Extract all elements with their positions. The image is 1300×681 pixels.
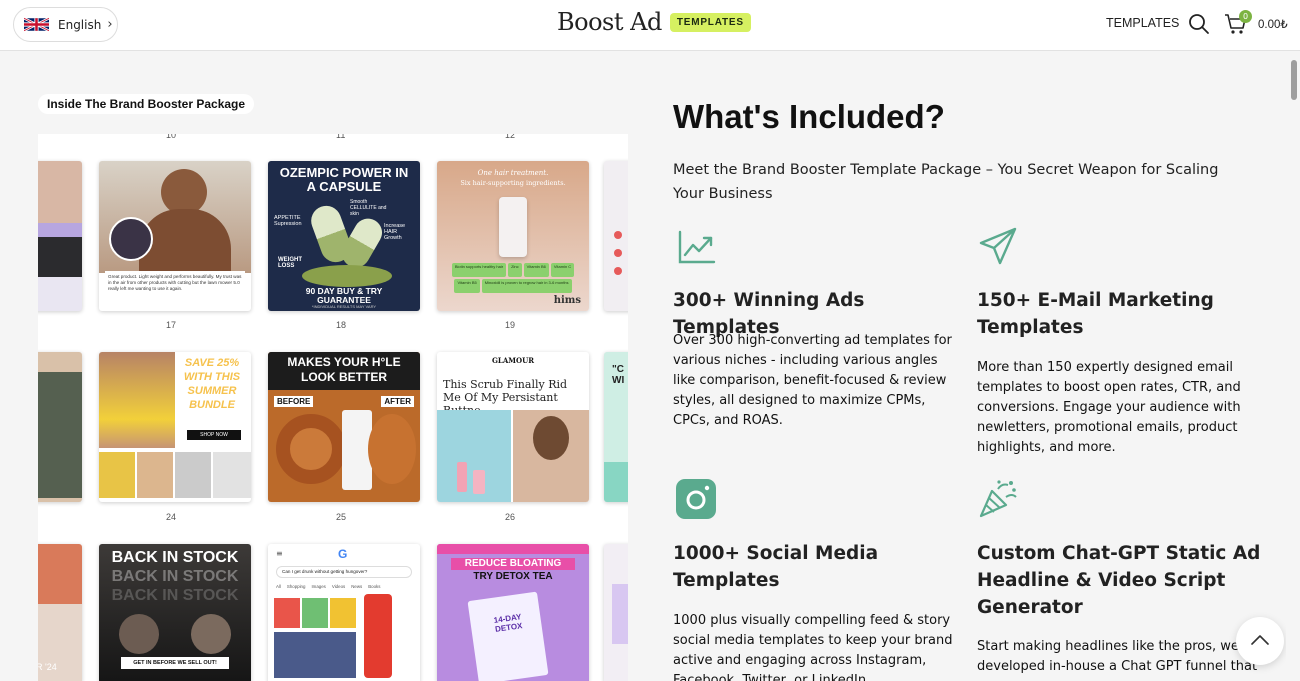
feature-description: Start making headlines like the pros, we… [977, 639, 1258, 674]
scrollbar[interactable] [1286, 51, 1300, 681]
hole-title: MAKES YOUR H°LE LOOK BETTER [287, 355, 401, 384]
page-title: What's Included? [673, 98, 945, 135]
hole-after: AFTER [381, 396, 414, 407]
search-tab: Shopping [286, 584, 306, 589]
ozempic-footer: 90 DAY BUY & TRY GUARANTEE [305, 286, 383, 305]
chart-up-icon [678, 230, 716, 264]
ozempic-label-3: Increase HAIR Growth [384, 223, 406, 241]
template-thumbnail[interactable] [38, 161, 82, 311]
glamour-brand: GLAMOUR [491, 356, 535, 365]
ozempic-label-2: Smooth CELLULITE and skin [350, 199, 387, 217]
package-label: Inside The Brand Booster Package [38, 94, 255, 114]
tile-number: 12 [505, 134, 516, 140]
hole-before: BEFORE [274, 396, 314, 407]
template-thumbnail[interactable] [604, 161, 628, 311]
hims-tag: Biotin supports healthy hair [451, 263, 507, 277]
template-gallery: 10 11 12 Great product. Light weight and… [38, 134, 628, 681]
hims-tag: Zinc [508, 263, 522, 277]
site-header: English › Boost Ad TEMPLATES TEMPLATES 0… [0, 0, 1300, 51]
template-thumbnail[interactable]: "C WI [604, 352, 628, 502]
chevron-right-icon: › [107, 17, 113, 32]
feature-title: 1000+ Social Media Templates [673, 543, 879, 591]
nav-templates-link[interactable]: TEMPLATES [1106, 16, 1179, 30]
paper-plane-icon [979, 227, 1017, 265]
hims-brand: hims [553, 295, 581, 306]
search-tab: Books [368, 584, 381, 589]
language-selector[interactable]: English › [13, 7, 118, 42]
hims-tag: Vitamin B5 [454, 279, 480, 293]
hims-tag: Minoxidil is proven to regrow hair in 3-… [481, 279, 572, 293]
cart-count-badge: 0 [1239, 10, 1252, 23]
logo-text: Boost Ad [557, 8, 662, 36]
logo-badge: TEMPLATES [669, 12, 751, 32]
template-thumbnail[interactable]: MAKES YOUR H°LE LOOK BETTER BEFORE AFTER [268, 352, 420, 502]
edge-year: R '24 [38, 662, 57, 672]
template-thumbnail[interactable] [38, 352, 82, 502]
bloat-sub: TRY DETOX TEA [473, 571, 553, 582]
ozempic-sub: *INDIVIDUAL RESULTS MAY VARY [311, 304, 377, 309]
cart-total[interactable]: 0.00₺ [1258, 17, 1288, 31]
swim-promo: SAVE 25% WITH THIS SUMMER BUNDLE [183, 357, 241, 411]
ozempic-label-4: WEIGHT LOSS [278, 257, 302, 269]
uk-flag-icon [24, 17, 49, 32]
site-logo[interactable]: Boost Ad TEMPLATES [557, 8, 751, 36]
template-thumbnail[interactable]: ≡ G Can I get drunk without getting hung… [268, 544, 420, 681]
tile-number: 11 [336, 134, 346, 140]
ozempic-label-1: APPETITE Supression [274, 215, 302, 227]
feature-description: More than 150 expertly designed email te… [977, 360, 1241, 455]
tile-number: 24 [166, 512, 177, 522]
swim-shop-button: SHOP NOW [187, 430, 241, 440]
search-query: Can I get drunk without getting hungover… [276, 566, 412, 578]
back-in-stock-button: GET IN BEFORE WE SELL OUT! [121, 657, 229, 669]
template-thumbnail[interactable]: One hair treatment. Six hair-supporting … [437, 161, 589, 311]
feature-description: 1000 plus visually compelling feed & sto… [673, 613, 953, 681]
search-tab: Images [311, 584, 326, 589]
bloat-title: REDUCE BLOATING [451, 558, 575, 570]
template-thumbnail[interactable]: BACK IN STOCK BACK IN STOCK BACK IN STOC… [99, 544, 251, 681]
search-tab: News [351, 584, 363, 589]
scrollbar-thumb[interactable] [1291, 60, 1297, 100]
hims-tag: Vitamin C [550, 263, 575, 277]
template-thumbnail[interactable]: SAVE 25% WITH THIS SUMMER BUNDLE SHOP NO… [99, 352, 251, 502]
back-in-stock-title: BACK IN STOCK [111, 549, 239, 566]
instagram-icon [676, 479, 716, 519]
template-thumbnail[interactable]: GLAMOUR This Scrub Finally Rid Me Of My … [437, 352, 589, 502]
tile-number: 17 [166, 320, 177, 330]
template-thumbnail[interactable] [604, 544, 628, 681]
tile-number: 25 [336, 512, 347, 522]
tile-number: 10 [166, 134, 177, 140]
search-tab: Videos [331, 584, 346, 589]
template-thumbnail[interactable]: REDUCE BLOATING TRY DETOX TEA 14-DAY DET… [437, 544, 589, 681]
menu-icon: ≡ [276, 549, 283, 558]
template-thumbnail[interactable]: Great product. Light weight and performs… [99, 161, 251, 311]
template-thumbnail[interactable]: R '24 [38, 544, 82, 681]
google-g-icon: G [338, 547, 348, 561]
language-label: English [58, 17, 102, 32]
feature-description: Over 300 high-converting ad templates fo… [673, 333, 952, 428]
feature-title: Custom Chat-GPT Static Ad Headline & Vid… [977, 543, 1261, 618]
feature-title: 150+ E-Mail Marketing Templates [977, 290, 1214, 338]
chevron-up-icon [1251, 635, 1269, 645]
hims-headline-1: One hair treatment. [477, 169, 549, 177]
review-text: Great product. Light weight and performs… [105, 271, 245, 307]
intro-text: Meet the Brand Booster Template Package … [673, 162, 1219, 202]
bloat-pack: 14-DAY DETOX [493, 612, 523, 634]
tile-number: 26 [505, 512, 516, 522]
party-popper-icon [979, 480, 1017, 518]
hims-headline-2: Six hair-supporting ingredients. [460, 179, 566, 187]
tile-number: 18 [336, 320, 347, 330]
back-to-top-button[interactable] [1236, 617, 1284, 665]
tile-number: 19 [505, 320, 516, 330]
template-thumbnail[interactable]: OZEMPIC POWER IN A CAPSULE APPETITE Supr… [268, 161, 420, 311]
search-icon[interactable] [1188, 13, 1210, 35]
search-tab: All [276, 584, 281, 589]
hims-tag: Vitamin B6 [523, 263, 549, 277]
ozempic-title: OZEMPIC POWER IN A CAPSULE [279, 165, 409, 194]
